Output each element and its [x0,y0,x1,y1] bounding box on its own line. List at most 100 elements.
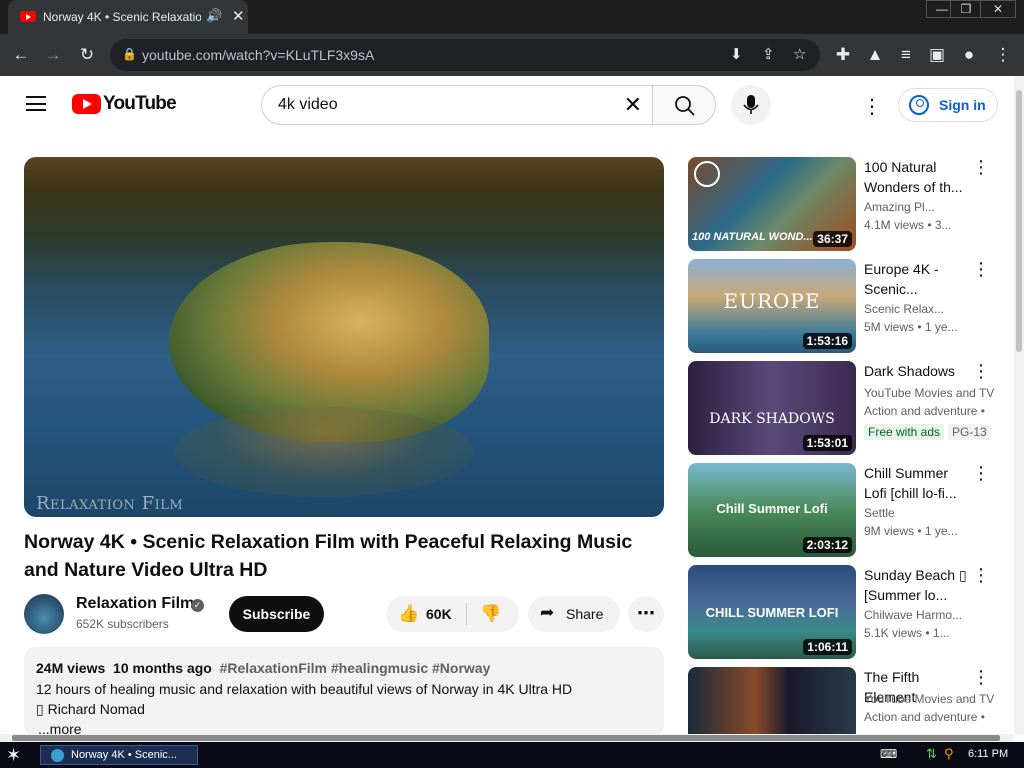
more-vert-icon[interactable]: ⋮ [972,667,990,688]
search-input[interactable] [278,94,608,116]
network-icon[interactable]: ⇅ [926,746,937,762]
description-box[interactable]: 24M views 10 months ago #RelaxationFilm … [24,647,664,737]
share-page-icon[interactable]: ⇪ [762,45,775,63]
browser-icon [51,749,64,762]
hashtags[interactable]: #RelaxationFilm #healingmusic #Norway [220,660,491,676]
os-taskbar: ✶ Norway 4K • Scenic... ⌨ ⇅ ⚲ 6:11 PM [0,742,1024,768]
channel-name[interactable]: YouTube Movies and TV [864,386,994,400]
taskbar-clock[interactable]: 6:11 PM [968,748,1008,760]
recommended-video[interactable]: CHILL SUMMER LOFI 1:06:11 Sunday Beach ▯… [688,565,1000,660]
browser-tab-strip: Norway 4K • Scenic Relaxation 🔊 ✕ — ❐ ✕ [0,0,1024,34]
voice-search-button[interactable] [731,85,771,125]
video-title[interactable]: Chill Summer Lofi [chill lo-fi... [864,463,974,503]
forward-arrow-icon[interactable]: → [42,44,64,66]
horizontal-scroll-thumb[interactable] [12,735,1000,741]
upload-age: 10 months ago [113,660,212,676]
taskbar-window-button[interactable]: Norway 4K • Scenic... [40,745,198,765]
youtube-favicon-icon [20,11,36,22]
recommended-video[interactable]: 100 NATURAL WOND... 36:37 100 Natural Wo… [688,157,1000,252]
subscriber-count: 652K subscribers [76,617,169,631]
youtube-logo-text[interactable]: YouTube [103,93,177,115]
channel-name[interactable]: Amazing Pl... [864,200,994,214]
lock-icon: 🔒 [122,47,137,61]
browser-tab[interactable]: Norway 4K • Scenic Relaxation 🔊 ✕ [8,0,248,34]
video-duration: 2:03:12 [802,537,852,553]
video-title[interactable]: 100 Natural Wonders of th... [864,157,974,197]
video-title[interactable]: Dark Shadows [864,361,974,381]
more-vert-icon[interactable]: ⋮ [972,259,990,280]
more-vert-icon[interactable]: ⋮ [972,157,990,178]
url-text: youtube.com/watch?v=KLuTLF3x9sA [142,47,375,63]
like-count[interactable]: 60K [426,606,452,622]
start-menu-icon[interactable]: ✶ [6,745,21,766]
video-thumbnail[interactable]: Dark Shadows 1:53:01 [688,361,856,455]
hamburger-menu-icon[interactable] [26,96,46,111]
back-arrow-icon[interactable]: ← [10,44,32,66]
bookmark-star-icon[interactable]: ☆ [793,45,806,63]
video-title[interactable]: Sunday Beach ▯ [Summer lo... [864,565,974,605]
search-button[interactable] [652,85,716,125]
labs-flask-icon[interactable]: ▲ [864,44,886,66]
like-thumb-icon[interactable]: 👍 [398,604,419,624]
video-title[interactable]: Europe 4K - Scenic... [864,259,974,299]
dislike-thumb-icon[interactable]: 👎 [480,604,501,624]
recommended-video[interactable]: Chill Summer Lofi 2:03:12 Chill Summer L… [688,463,1000,558]
settings-menu-icon[interactable]: ⋮ [862,94,882,119]
taskbar-window-label: Norway 4K • Scenic... [71,749,177,761]
recommended-video[interactable]: Dark Shadows 1:53:01 Dark Shadows YouTub… [688,361,1000,456]
more-vert-icon[interactable]: ⋮ [972,361,990,382]
video-player[interactable]: Relaxation Film [24,157,664,517]
video-thumbnail[interactable] [688,667,856,734]
window-close-button[interactable]: ✕ [980,0,1016,18]
share-button[interactable]: ➦ Share [528,596,620,632]
profile-icon[interactable]: ● [958,44,980,66]
keyboard-icon[interactable]: ⌨ [880,747,897,761]
browser-menu-icon[interactable]: ⋮ [992,44,1014,66]
channel-name[interactable]: Settle [864,506,994,520]
like-dislike-group: 👍 60K 👎 [386,596,519,632]
recommended-video[interactable]: The Fifth Element YouTube Movies and TV … [688,667,1000,734]
channel-name[interactable]: Chilwave Harmo... [864,608,994,622]
restore-button[interactable]: ❐ [950,0,982,18]
channel-name[interactable]: YouTube Movies and TV [864,692,994,706]
search-box[interactable]: ✕ [261,85,653,125]
channel-name[interactable]: Relaxation Film [76,595,194,613]
video-meta: 9M views • 1 ye... [864,524,958,538]
install-app-icon[interactable]: ⬇ [730,45,743,63]
thumbnail-text: 100 NATURAL WOND... [692,231,813,243]
video-meta: 5M views • 1 ye... [864,320,958,334]
video-thumbnail[interactable]: 100 NATURAL WOND... 36:37 [688,157,856,251]
address-bar[interactable]: 🔒 youtube.com/watch?v=KLuTLF3x9sA ⬇ ⇪ ☆ [110,39,820,71]
more-vert-icon[interactable]: ⋮ [972,565,990,586]
vertical-scroll-thumb[interactable] [1016,90,1022,352]
side-panel-icon[interactable]: ▣ [926,44,948,66]
media-queue-icon[interactable]: ≡ [895,44,917,66]
rating-badge: PG-13 [948,424,991,440]
more-vert-icon[interactable]: ⋮ [972,463,990,484]
horizontal-scrollbar[interactable] [0,734,1014,742]
share-label: Share [566,606,604,622]
youtube-logo-icon[interactable] [72,94,101,114]
description-stats: 24M views 10 months ago #RelaxationFilm … [36,660,490,676]
video-meta: 5.1K views • 1... [864,626,950,640]
video-thumbnail[interactable]: CHILL SUMMER LOFI 1:06:11 [688,565,856,659]
sign-in-button[interactable]: Sign in [898,88,998,122]
clear-search-icon[interactable]: ✕ [624,92,642,118]
recommended-video[interactable]: Europe 1:53:16 Europe 4K - Scenic... Sce… [688,259,1000,354]
reload-icon[interactable]: ↻ [76,44,98,66]
video-thumbnail[interactable]: Europe 1:53:16 [688,259,856,353]
more-actions-button[interactable]: ⋯ [628,596,664,632]
tab-close-icon[interactable]: ✕ [232,7,245,25]
channel-name[interactable]: Scenic Relax... [864,302,994,316]
youtube-header: YouTube ✕ ⋮ Sign in [0,76,1014,132]
video-meta: Action and adventure • [864,710,985,724]
subscribe-button[interactable]: Subscribe [229,596,324,632]
channel-avatar[interactable] [24,594,64,634]
extensions-puzzle-icon[interactable]: ✚ [832,44,854,66]
video-thumbnail[interactable]: Chill Summer Lofi 2:03:12 [688,463,856,557]
video-watermark: Relaxation Film [36,493,184,514]
search-tray-icon[interactable]: ⚲ [944,746,954,762]
vertical-scrollbar[interactable] [1014,76,1024,734]
speaker-icon[interactable]: 🔊 [206,8,222,24]
share-arrow-icon: ➦ [540,603,555,622]
